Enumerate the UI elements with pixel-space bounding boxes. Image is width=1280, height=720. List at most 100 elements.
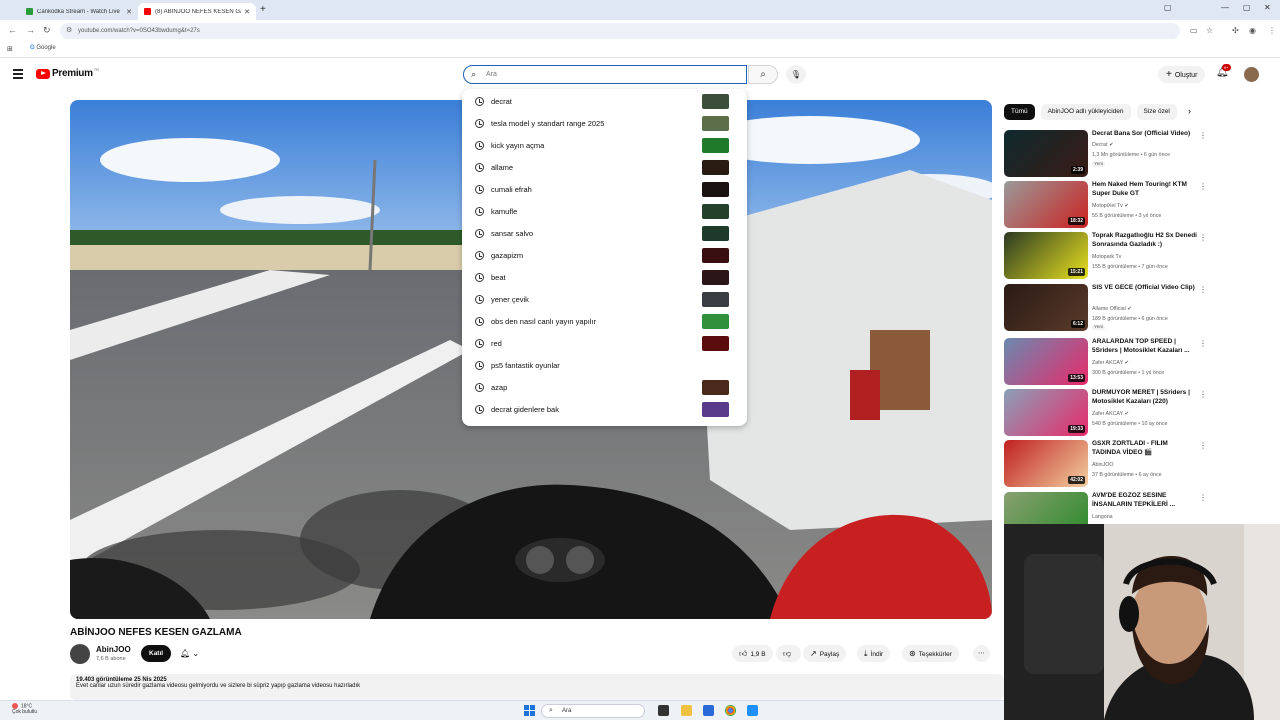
bookmark-star-icon[interactable]: ☆ <box>1206 26 1213 35</box>
channel-name[interactable]: Langona <box>1092 514 1113 520</box>
new-tab-button[interactable]: + <box>260 4 266 15</box>
recommended-video[interactable]: 2:39 Decrat Bana Sor (Official Video) De… <box>1004 130 1209 177</box>
video-title[interactable]: ARALARDAN TOP SPEED | 5Sriders | Motosik… <box>1092 338 1198 355</box>
video-title[interactable]: Hem Naked Hem Touring! KTM Super Duke GT <box>1092 181 1198 198</box>
extensions-icon[interactable]: ✣ <box>1232 26 1239 35</box>
close-tab-icon[interactable]: ✕ <box>244 8 250 16</box>
apps-grid-icon[interactable]: ⊞ <box>7 45 13 53</box>
menu-icon[interactable] <box>13 69 23 81</box>
video-thumbnail[interactable]: 42:02 <box>1004 440 1088 487</box>
notifications-button[interactable]: 🔔︎ 9+ <box>1216 64 1231 78</box>
weather-widget[interactable]: 18°C Çok bulutlu <box>12 703 37 715</box>
chip-all[interactable]: Tümü <box>1004 104 1035 120</box>
recommended-video[interactable]: 13:53 ARALARDAN TOP SPEED | 5Sriders | M… <box>1004 338 1209 385</box>
suggestion-item[interactable]: gazapizm <box>462 244 747 266</box>
maximize-icon[interactable]: ▢ <box>1243 3 1251 12</box>
recommended-video[interactable]: 42:02 GSXR ZORTLADI - FİLİM TADINDA VİDE… <box>1004 440 1209 487</box>
channel-name[interactable]: Zafer AKCAY ✔ <box>1092 411 1129 417</box>
taskbar-search[interactable]: ⌕ Ara <box>541 704 645 718</box>
channel-name[interactable]: Motopark Tv <box>1092 254 1121 260</box>
chip-for-you[interactable]: Size özel <box>1136 104 1177 120</box>
recommended-video[interactable]: 19:33 DURMUYOR MERET | 5Sriders | Motosi… <box>1004 389 1209 436</box>
video-title[interactable]: Decrat Bana Sor (Official Video) <box>1092 130 1198 139</box>
browser-tab-2[interactable]: (8) ABİNJOO NEFES KESEN GAZLAMA ✕ <box>138 3 256 20</box>
search-button[interactable]: ⌕ <box>748 65 778 84</box>
chrome-icon[interactable] <box>725 705 736 716</box>
search-box[interactable]: ⌕ <box>463 65 747 84</box>
download-button[interactable]: ⤓ İndir <box>857 645 891 662</box>
search-input[interactable] <box>486 68 736 81</box>
video-thumbnail[interactable]: 15:21 <box>1004 232 1088 279</box>
task-view-icon[interactable] <box>658 705 669 716</box>
video-title[interactable]: AVM'DE EGZOZ SESİNE İNSANLARIN TEPKİLERİ… <box>1092 492 1198 509</box>
like-button[interactable]: 👍︎ 1,9 B <box>732 645 773 662</box>
channel-name[interactable]: AbinJOO <box>1092 462 1114 468</box>
suggestion-item[interactable]: beat <box>462 266 747 288</box>
create-button[interactable]: + Oluştur <box>1158 66 1206 83</box>
video-thumbnail[interactable]: 19:33 <box>1004 389 1088 436</box>
video-title[interactable]: SIS VE GECE (Official Video Clip) <box>1092 284 1198 293</box>
close-window-icon[interactable]: ✕ <box>1264 3 1271 12</box>
bookmark-google[interactable]: G Google <box>30 45 56 51</box>
more-vert-icon[interactable]: ⋮ <box>1199 182 1207 191</box>
chip-from-uploader[interactable]: AbinJOO adlı yükleyiciden <box>1040 104 1131 120</box>
video-thumbnail[interactable]: 2:39 <box>1004 130 1088 177</box>
more-actions-button[interactable]: ⋯ <box>973 645 990 662</box>
suggestion-item[interactable]: tesla model y standart range 2025 <box>462 112 747 134</box>
video-title[interactable]: Toprak Razgatlıoğlu H2 Sx Denedi Sonrası… <box>1092 232 1198 249</box>
channel-name[interactable]: Allame Official ✔ <box>1092 306 1132 312</box>
store-icon[interactable] <box>703 705 714 716</box>
channel-name[interactable]: Decrat ✔ <box>1092 142 1114 148</box>
video-title[interactable]: GSXR ZORTLADI - FİLİM TADINDA VİDEO 🎬 <box>1092 440 1198 457</box>
browser-tab-1[interactable]: Cankodka Stream - Watch Live ✕ <box>20 3 138 20</box>
cast-icon[interactable]: ▭ <box>1190 26 1198 35</box>
more-vert-icon[interactable]: ⋮ <box>1199 285 1207 294</box>
suggestion-item[interactable]: ps5 fantastik oyunlar <box>462 354 747 376</box>
channel-name[interactable]: MotopiXel Tv ✔ <box>1092 203 1129 209</box>
more-vert-icon[interactable]: ⋮ <box>1199 441 1207 450</box>
description-box[interactable]: 19.403 görüntüleme 25 Nis 2025 Evet canl… <box>70 674 1004 700</box>
forward-icon[interactable]: → <box>26 25 35 35</box>
windows-start-icon[interactable] <box>524 705 535 716</box>
pinned-app-icon[interactable] <box>747 705 758 716</box>
thanks-button[interactable]: ⊛ Teşekkürler <box>902 645 959 662</box>
video-title[interactable]: DURMUYOR MERET | 5Sriders | Motosiklet K… <box>1092 389 1198 406</box>
channel-name[interactable]: Zafer AKCAY ✔ <box>1092 360 1129 366</box>
suggestion-item[interactable]: kamufle <box>462 200 747 222</box>
suggestion-item[interactable]: sansar salvo <box>462 222 747 244</box>
suggestion-item[interactable]: red <box>462 332 747 354</box>
recommended-video[interactable]: 18:32 Hem Naked Hem Touring! KTM Super D… <box>1004 181 1209 228</box>
subscription-bell-button[interactable]: 🔔︎ ⌄ <box>180 645 210 662</box>
more-vert-icon[interactable]: ⋮ <box>1199 339 1207 348</box>
suggestion-item[interactable]: decrat <box>462 90 747 112</box>
url-field[interactable]: ⚙ youtube.com/watch?v=0SO43bwdumg&t=27s <box>60 23 1180 39</box>
join-button[interactable]: Katıl <box>141 645 172 662</box>
suggestion-item[interactable]: decrat gidenlere bak <box>462 398 747 420</box>
minimize-icon[interactable]: — <box>1221 3 1229 12</box>
dislike-button[interactable]: 👎︎ <box>776 645 802 662</box>
site-info-icon[interactable]: ⚙ <box>66 26 72 34</box>
recommended-video[interactable]: 15:21 Toprak Razgatlıoğlu H2 Sx Denedi S… <box>1004 232 1209 279</box>
recommended-video[interactable]: 6:12 SIS VE GECE (Official Video Clip) A… <box>1004 284 1209 331</box>
suggestion-item[interactable]: allame <box>462 156 747 178</box>
browser-menu-icon[interactable]: ⋮ <box>1268 26 1276 35</box>
chevron-right-icon[interactable]: › <box>1188 106 1191 116</box>
suggestion-item[interactable]: cumali efrah <box>462 178 747 200</box>
more-vert-icon[interactable]: ⋮ <box>1199 131 1207 140</box>
account-avatar[interactable] <box>1244 67 1259 82</box>
more-vert-icon[interactable]: ⋮ <box>1199 233 1207 242</box>
video-thumbnail[interactable]: 18:32 <box>1004 181 1088 228</box>
back-icon[interactable]: ← <box>8 25 17 35</box>
youtube-premium-logo[interactable]: Premium TR <box>36 67 99 79</box>
more-vert-icon[interactable]: ⋮ <box>1199 493 1207 502</box>
video-thumbnail[interactable]: 13:53 <box>1004 338 1088 385</box>
suggestion-item[interactable]: kick yayın açma <box>462 134 747 156</box>
voice-search-button[interactable]: 🎙 <box>786 65 806 84</box>
suggestion-item[interactable]: obs den nasıl canlı yayın yapılır <box>462 310 747 332</box>
more-vert-icon[interactable]: ⋮ <box>1199 390 1207 399</box>
channel-avatar[interactable] <box>70 644 90 664</box>
profile-indicator-icon[interactable]: ▢ <box>1164 3 1172 12</box>
reload-icon[interactable]: ↻ <box>43 25 51 36</box>
channel-name[interactable]: AbinJOO <box>96 645 131 654</box>
share-button[interactable]: ↗ Paylaş <box>803 645 847 662</box>
